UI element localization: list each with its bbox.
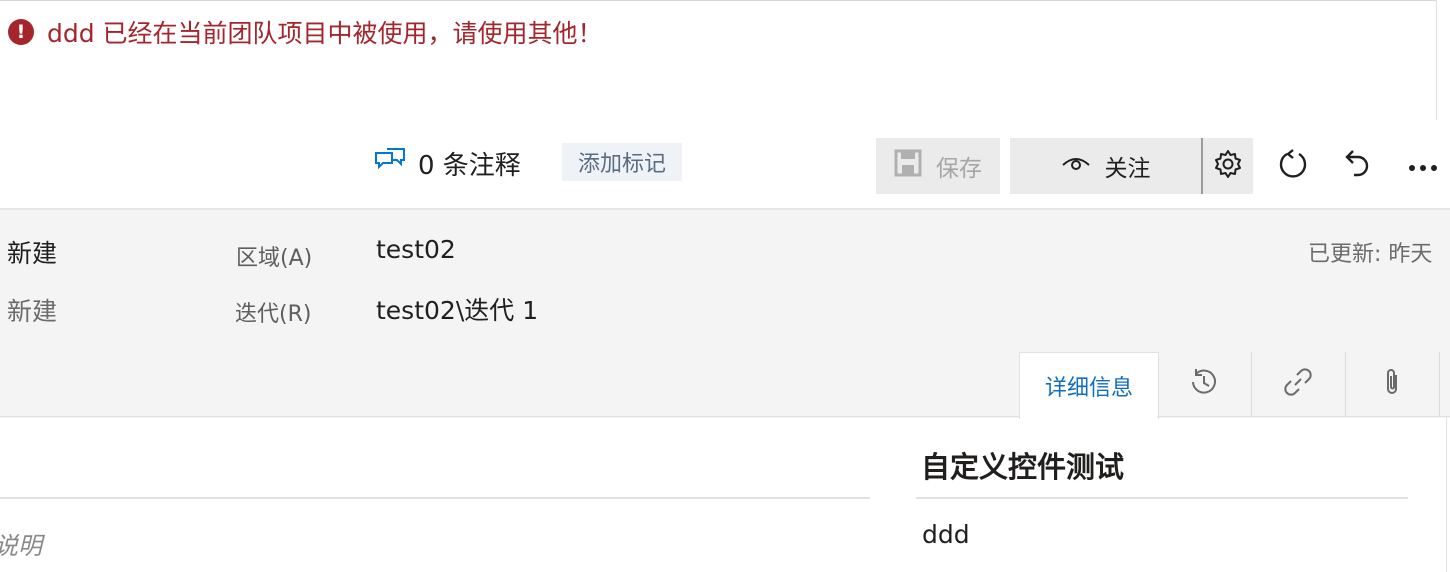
tab-links[interactable] — [1251, 352, 1346, 416]
state-value[interactable]: 新建 — [7, 234, 57, 270]
header-bottom-border — [1157, 416, 1450, 417]
custom-control-value[interactable]: ddd — [922, 520, 970, 549]
gear-icon — [1213, 149, 1243, 183]
undo-icon — [1344, 148, 1372, 184]
tab-details[interactable]: 详细信息 — [1019, 352, 1159, 419]
comments-icon — [374, 147, 406, 181]
error-message: ! ddd 已经在当前团队项目中被使用，请使用其他！ — [8, 14, 603, 50]
description-divider — [0, 497, 870, 499]
paperclip-icon — [1382, 367, 1402, 401]
link-icon — [1283, 367, 1313, 401]
history-icon — [1188, 367, 1220, 401]
comments-link[interactable]: 0 条注释 — [374, 145, 521, 182]
refresh-icon — [1278, 148, 1308, 184]
area-label: 区域(A) — [236, 246, 313, 271]
header-bottom-border — [0, 416, 1019, 417]
more-options-button[interactable] — [1401, 138, 1445, 194]
panel-border — [1446, 417, 1447, 572]
refresh-button[interactable] — [1271, 138, 1315, 194]
error-text: ddd 已经在当前团队项目中被使用，请使用其他！ — [47, 19, 603, 48]
settings-button[interactable] — [1203, 138, 1253, 194]
description-label: 说明 — [0, 532, 42, 560]
more-icon — [1408, 157, 1438, 176]
iteration-field[interactable]: test02\迭代 1 — [376, 291, 538, 327]
top-divider — [0, 0, 1436, 1]
iteration-label: 迭代(R) — [235, 302, 312, 327]
undo-button[interactable] — [1336, 138, 1380, 194]
right-divider — [1436, 0, 1437, 120]
reason-value[interactable]: 新建 — [7, 292, 57, 328]
area-field[interactable]: test02 — [376, 235, 456, 264]
updated-info[interactable]: 已更新: 昨天 — [1308, 236, 1432, 268]
follow-label: 关注 — [1104, 156, 1151, 182]
tab-attachments[interactable] — [1345, 352, 1440, 416]
comments-count: 0 条注释 — [418, 151, 521, 181]
section-divider — [916, 497, 1408, 499]
save-icon — [894, 149, 936, 183]
tab-history[interactable] — [1157, 352, 1252, 416]
error-circle-icon: ! — [8, 19, 34, 45]
custom-control-section-title: 自定义控件测试 — [921, 450, 1125, 484]
add-tag-button[interactable]: 添加标记 — [562, 143, 682, 181]
save-label: 保存 — [936, 156, 982, 182]
eye-icon — [1061, 153, 1105, 179]
save-button[interactable]: 保存 — [876, 138, 1000, 194]
follow-button[interactable]: 关注 — [1010, 138, 1201, 194]
